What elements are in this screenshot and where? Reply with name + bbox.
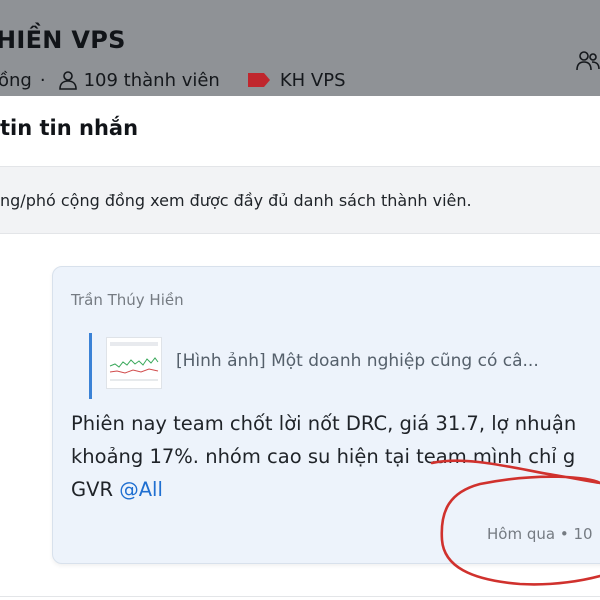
quoted-message[interactable]: [Hình ảnh] Một doanh nghiệp cũng có câ..… [89,333,600,399]
message-card[interactable]: Trần Thúy Hiền [Hình ảnh] Một doanh nghi… [52,266,600,564]
tag-icon [247,73,270,87]
modal-title: tin tin nhắn [0,116,139,140]
mention-all[interactable]: @All [119,478,163,501]
member-count[interactable]: 109 thành viên [84,70,220,91]
quote-text: [Hình ảnh] Một doanh nghiệp cũng có câ..… [176,351,539,371]
person-icon [58,70,78,90]
message-body: Phiên nay team chốt lời nốt DRC, giá 31.… [71,407,600,506]
members-icon[interactable] [576,50,600,76]
message-line-3: GVR @All [71,473,600,506]
message-line-1: Phiên nay team chốt lời nốt DRC, giá 31.… [71,412,577,435]
message-line-3-text: GVR [71,478,120,501]
group-name: HIỀN VPS [0,26,126,54]
quote-thumbnail [106,337,162,389]
message-info-modal: tin tin nhắn ng/phó cộng đồng xem được đ… [0,96,600,600]
group-header: HIỀN VPS ồng · 109 thành viên KH VPS [0,0,600,96]
message-line-2: khoảng 17%. nhóm cao su hiện tại team mì… [71,445,576,468]
notice-text: ng/phó cộng đồng xem được đầy đủ danh sá… [0,191,472,210]
sender-name: Trần Thúy Hiền [71,291,184,309]
group-status-text: ồng [0,69,32,91]
bottom-divider [0,596,600,597]
message-timestamp: Hôm qua • 10 [487,525,593,543]
meta-separator: · [39,69,46,91]
group-meta-row: ồng · 109 thành viên KH VPS [0,68,346,92]
tag-label[interactable]: KH VPS [280,70,346,91]
notice-bar: ng/phó cộng đồng xem được đầy đủ danh sá… [0,167,600,234]
